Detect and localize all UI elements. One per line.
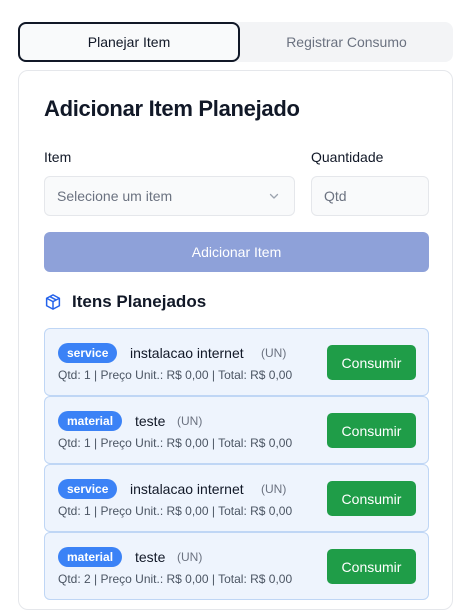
type-badge: material [58,411,123,431]
list-item: service instalacao internet (UN) Qtd: 1 … [44,464,429,532]
consume-button[interactable]: Consumir [327,413,416,448]
plan-card: Adicionar Item Planejado Item Quantidade… [18,70,453,610]
tab-bar: Planejar Item Registrar Consumo [18,22,453,62]
form-title: Adicionar Item Planejado [44,96,300,121]
tab-planejar-item[interactable]: Planejar Item [18,22,240,62]
item-name: instalacao internet [130,481,244,497]
consume-button[interactable]: Consumir [327,345,416,380]
list-item: material teste (UN) Qtd: 1 | Preço Unit.… [44,396,429,464]
item-select[interactable]: Selecione um item [44,176,295,216]
item-meta: Qtd: 2 | Preço Unit.: R$ 0,00 | Total: R… [58,572,293,586]
item-unit: (UN) [261,346,287,360]
chevron-down-icon [269,193,279,199]
item-name: teste [135,413,166,429]
consume-button[interactable]: Consumir [327,481,416,516]
type-badge: service [58,479,118,499]
item-unit: (UN) [177,550,203,564]
package-icon [45,294,61,310]
item-name: teste [135,549,166,565]
planned-items-title: Itens Planejados [72,292,207,311]
type-badge: service [58,343,118,363]
consume-button[interactable]: Consumir [327,549,416,584]
item-name: instalacao internet [130,345,244,361]
item-unit: (UN) [177,414,203,428]
item-meta: Qtd: 1 | Preço Unit.: R$ 0,00 | Total: R… [58,368,293,382]
list-item: material teste (UN) Qtd: 2 | Preço Unit.… [44,532,429,600]
quantity-label: Quantidade [311,149,384,165]
item-select-placeholder: Selecione um item [57,188,173,204]
list-item: service instalacao internet (UN) Qtd: 1 … [44,328,429,396]
planned-items-header: Itens Planejados [44,291,206,313]
item-unit: (UN) [261,482,287,496]
item-meta: Qtd: 1 | Preço Unit.: R$ 0,00 | Total: R… [58,436,293,450]
tab-registrar-consumo[interactable]: Registrar Consumo [240,22,453,62]
item-meta: Qtd: 1 | Preço Unit.: R$ 0,00 | Total: R… [58,504,293,518]
type-badge: material [58,547,123,567]
planned-items-list: service instalacao internet (UN) Qtd: 1 … [44,328,429,600]
quantity-input[interactable] [311,176,429,216]
item-label: Item [44,149,72,165]
add-item-button[interactable]: Adicionar Item [44,232,429,272]
